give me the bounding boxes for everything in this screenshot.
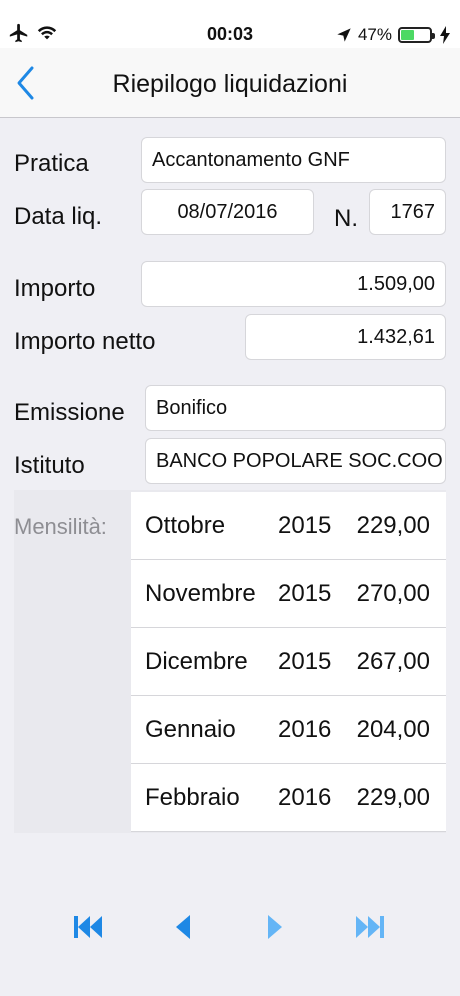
previous-button[interactable] <box>170 912 210 946</box>
mensilita-row[interactable]: Gennaio 2016 204,00 <box>131 696 446 764</box>
status-right: 47% <box>336 24 450 46</box>
mensilita-row[interactable]: Febbraio 2016 229,00 <box>131 764 446 832</box>
istituto-field[interactable]: BANCO POPOLARE SOC.COO <box>145 438 446 484</box>
month-name: Dicembre <box>145 648 248 675</box>
emissione-label: Emissione <box>14 399 125 426</box>
month-name: Novembre <box>145 580 256 607</box>
numero-label: N. <box>334 205 358 232</box>
month-year: 2016 <box>278 784 332 811</box>
last-page-button[interactable] <box>352 912 392 946</box>
month-amount: 267,00 <box>356 648 430 675</box>
next-icon <box>268 915 282 939</box>
month-name: Ottobre <box>145 512 226 539</box>
month-year: 2016 <box>278 716 332 743</box>
data-liq-field[interactable]: 08/07/2016 <box>141 189 314 235</box>
month-name: Gennaio <box>145 716 236 743</box>
next-button[interactable] <box>262 912 302 946</box>
month-amount: 229,00 <box>356 784 430 811</box>
importo-field[interactable]: 1.509,00 <box>141 261 446 307</box>
pratica-field[interactable]: Accantonamento GNF <box>141 137 446 183</box>
mensilita-label: Mensilità: <box>14 514 107 539</box>
mensilita-list: Ottobre 2015 229,00 Novembre 2015 270,00… <box>131 492 446 832</box>
numero-field[interactable]: 1767 <box>369 189 446 235</box>
navigation-bar: Riepilogo liquidazioni <box>0 48 460 118</box>
status-bar: 00:03 47% <box>0 0 460 48</box>
data-liq-label: Data liq. <box>14 203 103 230</box>
battery-icon <box>398 27 435 43</box>
first-page-icon <box>74 916 102 938</box>
month-amount: 229,00 <box>356 512 430 539</box>
location-arrow-icon <box>337 28 351 42</box>
istituto-label: Istituto <box>14 452 85 479</box>
importo-label: Importo <box>14 275 96 302</box>
month-amount: 204,00 <box>356 716 430 743</box>
month-name: Febbraio <box>145 784 240 811</box>
month-year: 2015 <box>278 580 332 607</box>
mensilita-row[interactable]: Ottobre 2015 229,00 <box>131 492 446 560</box>
page-title: Riepilogo liquidazioni <box>112 70 348 98</box>
battery-fill <box>401 30 414 40</box>
month-amount: 270,00 <box>356 580 430 607</box>
first-page-button[interactable] <box>72 912 112 946</box>
mensilita-row[interactable]: Novembre 2015 270,00 <box>131 560 446 628</box>
last-page-icon <box>356 916 384 938</box>
month-year: 2015 <box>278 512 332 539</box>
battery-percent: 47% <box>357 25 392 44</box>
month-year: 2015 <box>278 648 332 675</box>
previous-icon <box>176 915 190 939</box>
emissione-field[interactable]: Bonifico <box>145 385 446 431</box>
importo-netto-label: Importo netto <box>14 328 156 355</box>
pratica-label: Pratica <box>14 150 89 177</box>
mensilita-row[interactable]: Dicembre 2015 267,00 <box>131 628 446 696</box>
importo-netto-field[interactable]: 1.432,61 <box>245 314 446 360</box>
charging-bolt-icon <box>440 26 450 44</box>
